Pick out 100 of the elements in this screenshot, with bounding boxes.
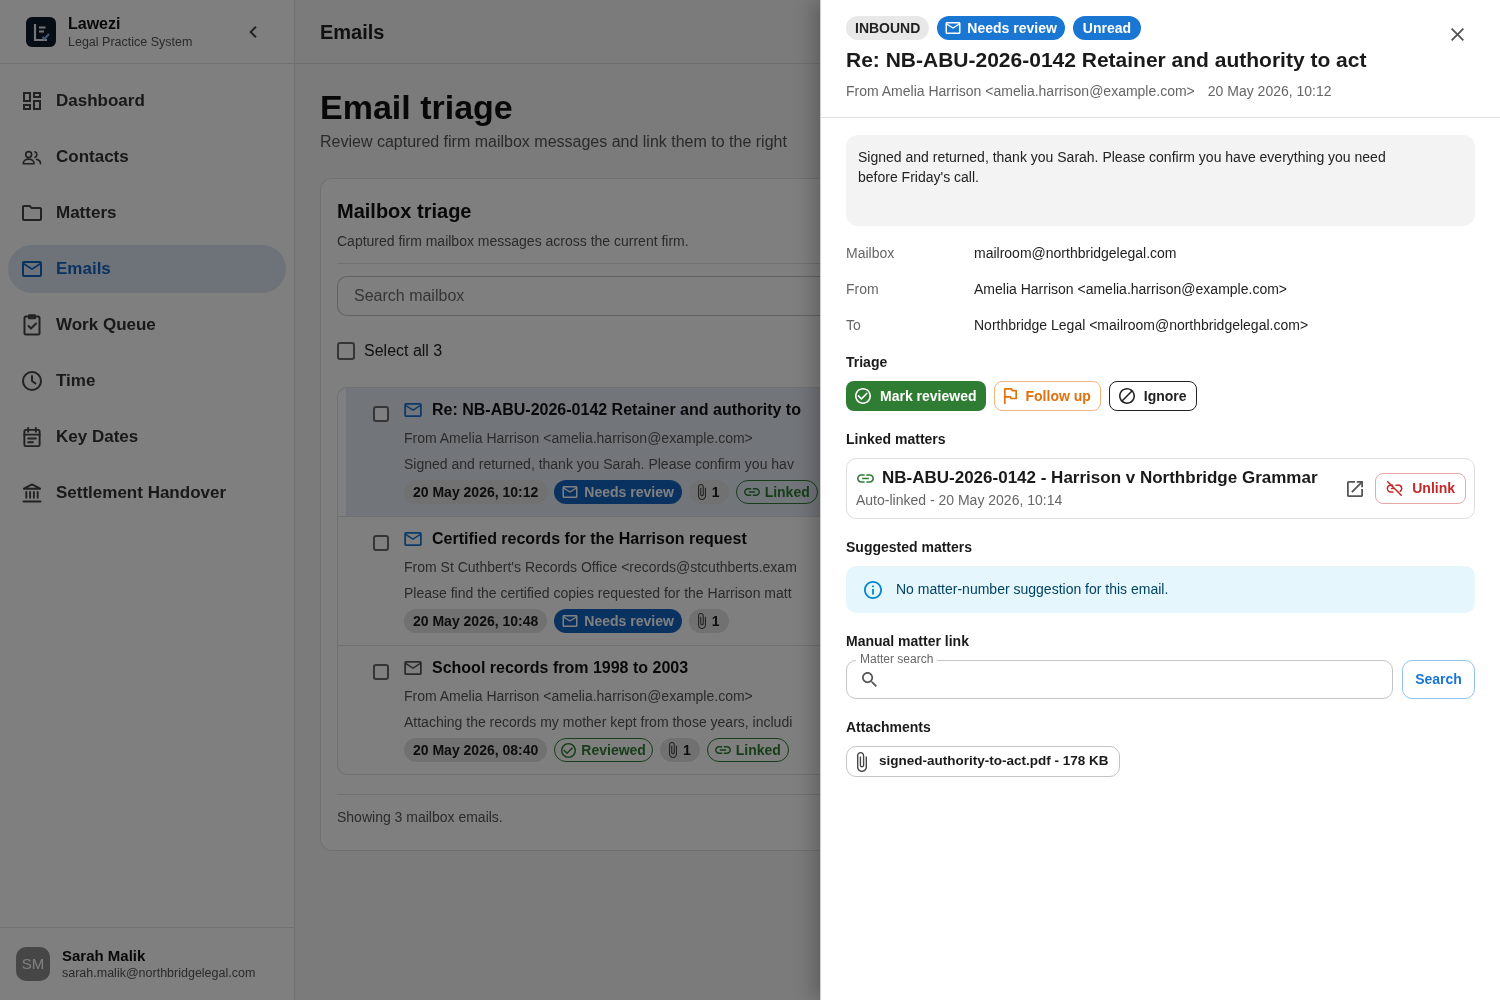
section-title: Triage <box>846 353 889 372</box>
app-tagline: Legal Practice System <box>68 33 194 50</box>
status-label: Needs review <box>584 482 674 502</box>
email-sender: From Amelia Harrison <amelia.harrison@example.com> <box>404 687 754 706</box>
paperclip-icon <box>668 742 677 758</box>
matter-title: NB-ABU-2026-0142 - Harrison v Northbridge Grammar <box>882 467 1318 489</box>
checkbox[interactable] <box>373 664 389 680</box>
unlink-button[interactable]: Unlink <box>1375 473 1466 504</box>
email-preview: Attaching the records my mother kept from those years, includi <box>404 713 793 732</box>
ban-icon <box>1118 388 1135 404</box>
section-title: Manual matter link <box>846 632 970 651</box>
link-off-icon <box>1386 481 1404 496</box>
search-field[interactable]: Search mailbox <box>337 276 820 316</box>
email-sender: From Amelia Harrison <amelia.harrison@example.com> <box>404 429 754 448</box>
close-icon <box>1450 27 1464 41</box>
attachment-chip[interactable]: signed-authority-to-act.pdf - 178 KB <box>846 746 1120 777</box>
paperclip-icon <box>697 484 706 500</box>
nav-item[interactable]: Dashboard <box>8 77 286 125</box>
user-email: sarah.malik@northbridgelegal.com <box>62 965 256 982</box>
clock-icon <box>22 371 42 391</box>
page-title: Email triage <box>320 87 514 127</box>
email-row[interactable]: School records from 1998 to 2003 From Amelia Harrison <amelia.harrison@example.com> Attaching the records my mother kept from those years, includi 20 May 2026, 08:40 Reviewed 1 Linked <box>346 646 820 774</box>
matter-meta: Auto-linked - 20 May 2026, 10:14 <box>856 491 1064 510</box>
email-preview: Please find the certified copies requested for the Harrison matt <box>404 584 793 603</box>
follow-up-button[interactable]: Follow up <box>993 381 1101 411</box>
status-label: Needs review <box>584 611 674 631</box>
link-status-label: Linked <box>764 482 810 502</box>
detail-label: From <box>846 279 880 299</box>
link-status-label: Linked <box>735 740 781 760</box>
detail-label: To <box>846 315 862 335</box>
nav-item[interactable]: Matters <box>8 189 286 237</box>
email-sender: From Amelia Harrison <amelia.harrison@example.com> <box>846 82 1195 101</box>
card-title: Mailbox triage <box>337 199 473 224</box>
checkbox[interactable] <box>373 535 389 551</box>
info-message: No matter-number suggestion for this email. <box>896 580 1169 599</box>
field-label: Matter search <box>856 652 938 666</box>
mail-icon <box>945 22 962 34</box>
nav-item[interactable]: Settlement Handover <box>8 469 286 517</box>
people-icon <box>22 149 42 165</box>
mark-reviewed-button[interactable]: Mark reviewed <box>846 381 986 411</box>
email-title: Re: NB-ABU-2026-0142 Retainer and authority to act <box>846 47 1368 73</box>
status-label: Reviewed <box>581 740 646 760</box>
card-subtitle: Captured firm mailbox messages across the current firm. <box>337 232 690 251</box>
list-footer: Showing 3 mailbox emails. <box>337 807 820 827</box>
checkbox[interactable] <box>373 406 389 422</box>
attachment-count: 1 <box>682 740 691 760</box>
search-icon <box>862 672 877 687</box>
link-icon <box>857 473 874 483</box>
email-subject: School records from 1998 to 2003 <box>432 658 689 678</box>
nav-item[interactable]: Contacts <box>8 133 286 181</box>
date-badge: 20 May 2026, 10:12 <box>404 480 548 504</box>
section-title: Attachments <box>846 718 932 737</box>
nav-item[interactable]: Time <box>8 357 286 405</box>
email-preview: Signed and returned, thank you Sarah. Please confirm you hav <box>404 455 795 474</box>
detail-label: Mailbox <box>846 243 896 263</box>
checkbox[interactable] <box>337 342 355 360</box>
bank-icon <box>22 483 42 503</box>
attachment-count: 1 <box>711 482 720 502</box>
nav-item[interactable]: Emails <box>8 245 286 293</box>
folder-icon <box>22 205 42 221</box>
email-date: 20 May 2026, 10:12 <box>1207 82 1332 101</box>
link-icon <box>743 488 760 496</box>
clipboard-check-icon <box>23 314 41 336</box>
select-all-label: Select all 3 <box>364 341 443 361</box>
detail-value: mailroom@northbridgelegal.com <box>974 243 1177 263</box>
nav-item[interactable]: Work Queue <box>8 301 286 349</box>
chevron-left-icon <box>249 25 257 38</box>
calendar-icon <box>23 426 41 448</box>
flag-icon <box>1003 388 1017 404</box>
paperclip-icon <box>857 751 867 772</box>
info-icon <box>864 580 882 599</box>
dashboard-icon <box>23 92 41 110</box>
link-icon <box>714 746 731 754</box>
section-title: Linked matters <box>846 430 947 449</box>
mail-icon <box>562 486 579 498</box>
email-body: Signed and returned, thank you Sarah. Please confirm you have everything you need before Friday's call. <box>858 148 1387 187</box>
user-name: Sarah Malik <box>62 946 147 965</box>
status-label: Needs review <box>967 18 1057 38</box>
mail-icon <box>22 261 42 277</box>
section-title: Suggested matters <box>846 538 974 557</box>
nav-item[interactable]: Key Dates <box>8 413 286 461</box>
email-sender: From St Cuthbert's Records Office <records@stcuthberts.exam <box>404 558 797 577</box>
app-name: Lawezi <box>68 13 122 34</box>
email-row[interactable]: Re: NB-ABU-2026-0142 Retainer and authority to From Amelia Harrison <amelia.harrison@example.com> Signed and returned, thank you Sarah. Please confirm you hav 20 May 2026, 10:12 Needs review 1 Linked <box>346 388 820 516</box>
detail-value: Northbridge Legal <mailroom@northbridgelegal.com> <box>974 315 1309 335</box>
detail-value: Amelia Harrison <amelia.harrison@example.com> <box>974 279 1287 299</box>
date-badge: 20 May 2026, 10:48 <box>404 609 548 633</box>
email-subject: Certified records for the Harrison request <box>432 529 747 549</box>
external-link-icon <box>1347 480 1364 497</box>
mail-icon <box>562 615 579 627</box>
paperclip-icon <box>697 613 706 629</box>
date-badge: 20 May 2026, 08:40 <box>404 738 548 762</box>
logo-icon <box>26 16 56 47</box>
page-subtitle: Review captured firm mailbox messages and link them to the right <box>320 132 788 152</box>
attachment-count: 1 <box>711 611 720 631</box>
direction-badge: INBOUND <box>846 16 930 40</box>
email-subject: Re: NB-ABU-2026-0142 Retainer and authority to <box>432 400 801 420</box>
unread-badge: Unread <box>1072 16 1142 40</box>
search-button[interactable]: Search <box>1402 660 1475 699</box>
ignore-button[interactable]: Ignore <box>1108 381 1197 411</box>
